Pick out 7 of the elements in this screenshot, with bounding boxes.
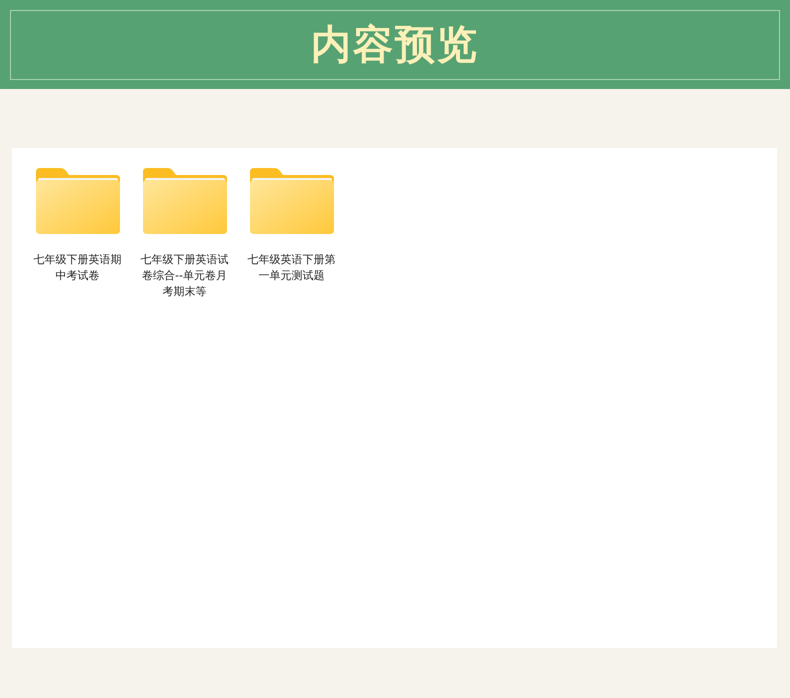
page-title: 内容预览 xyxy=(311,20,479,70)
folder-icon xyxy=(250,168,334,234)
folder-name[interactable]: 七年级英语下册第一单元测试题 xyxy=(247,252,336,284)
folder-name[interactable]: 七年级下册英语试卷综合--单元卷月考期末等 xyxy=(140,252,229,300)
folder-icon xyxy=(36,168,120,234)
folder-name[interactable]: 七年级下册英语期中考试卷 xyxy=(33,252,122,284)
folder-icon xyxy=(142,168,226,234)
